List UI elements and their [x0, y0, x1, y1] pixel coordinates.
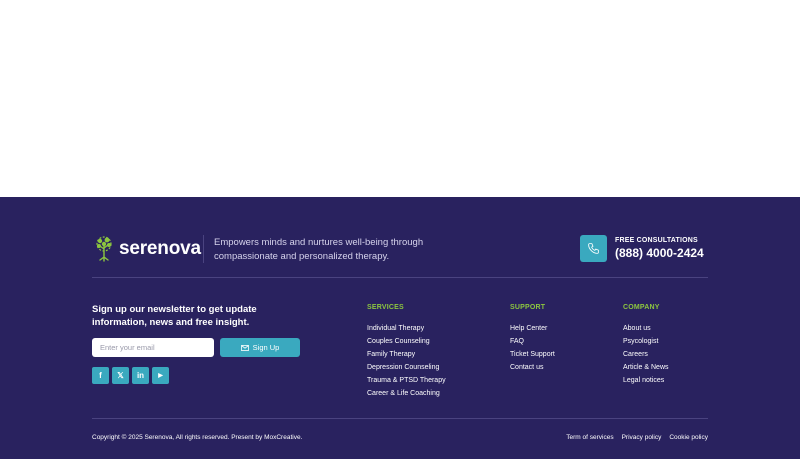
phone-button[interactable]	[580, 235, 607, 262]
services-link[interactable]: Family Therapy	[367, 350, 446, 363]
privacy-link[interactable]: Privacy policy	[622, 434, 662, 441]
support-link[interactable]: Contact us	[510, 363, 555, 376]
signup-button[interactable]: Sign Up	[220, 338, 300, 357]
mail-icon	[240, 344, 249, 351]
company-link[interactable]: Legal notices	[623, 376, 669, 389]
newsletter-heading: Sign up our newsletter to get update inf…	[92, 304, 257, 328]
support-column: SUPPORT Help Center FAQ Ticket Support C…	[510, 304, 555, 376]
services-list: Individual Therapy Couples Counseling Fa…	[367, 324, 446, 402]
services-link[interactable]: Depression Counseling	[367, 363, 446, 376]
signup-label: Sign Up	[252, 343, 280, 352]
email-input[interactable]	[92, 338, 214, 357]
brand-tagline: Empowers minds and nurtures well-being t…	[214, 237, 424, 262]
consultation-label: FREE CONSULTATIONS	[615, 237, 698, 244]
company-link[interactable]: About us	[623, 324, 669, 337]
company-link[interactable]: Article & News	[623, 363, 669, 376]
x-icon[interactable]: 𝕏	[112, 367, 129, 384]
company-list: About us Psycologist Careers Article & N…	[623, 324, 669, 389]
facebook-icon[interactable]: f	[92, 367, 109, 384]
consultation-phone[interactable]: (888) 4000-2424	[615, 246, 704, 260]
cookie-link[interactable]: Cookie policy	[669, 434, 708, 441]
support-link[interactable]: Help Center	[510, 324, 555, 337]
brand-divider	[203, 235, 204, 263]
services-column: SERVICES Individual Therapy Couples Coun…	[367, 304, 446, 402]
tree-logo-icon	[96, 236, 112, 262]
services-link[interactable]: Trauma & PTSD Therapy	[367, 376, 446, 389]
services-title: SERVICES	[367, 304, 404, 311]
legal-links: Term of services Privacy policy Cookie p…	[566, 434, 708, 441]
site-footer: serenova Empowers minds and nurtures wel…	[0, 197, 800, 459]
phone-icon	[588, 243, 599, 254]
services-link[interactable]: Individual Therapy	[367, 324, 446, 337]
support-link[interactable]: Ticket Support	[510, 350, 555, 363]
brand-name: serenova	[119, 238, 201, 259]
support-link[interactable]: FAQ	[510, 337, 555, 350]
support-title: SUPPORT	[510, 304, 546, 311]
youtube-icon[interactable]: ▶	[152, 367, 169, 384]
company-column: COMPANY About us Psycologist Careers Art…	[623, 304, 669, 389]
page-content-area	[0, 0, 800, 197]
brand-logo[interactable]: serenova	[92, 235, 201, 263]
company-title: COMPANY	[623, 304, 660, 311]
services-link[interactable]: Career & Life Coaching	[367, 389, 446, 402]
company-link[interactable]: Psycologist	[623, 337, 669, 350]
social-links: f 𝕏 in ▶	[92, 367, 169, 384]
footer-divider-bottom	[92, 418, 708, 419]
footer-divider-top	[92, 277, 708, 278]
linkedin-icon[interactable]: in	[132, 367, 149, 384]
support-list: Help Center FAQ Ticket Support Contact u…	[510, 324, 555, 376]
company-link[interactable]: Careers	[623, 350, 669, 363]
services-link[interactable]: Couples Counseling	[367, 337, 446, 350]
copyright-text: Copyright © 2025 Serenova, All rights re…	[92, 434, 303, 441]
terms-link[interactable]: Term of services	[566, 434, 613, 441]
